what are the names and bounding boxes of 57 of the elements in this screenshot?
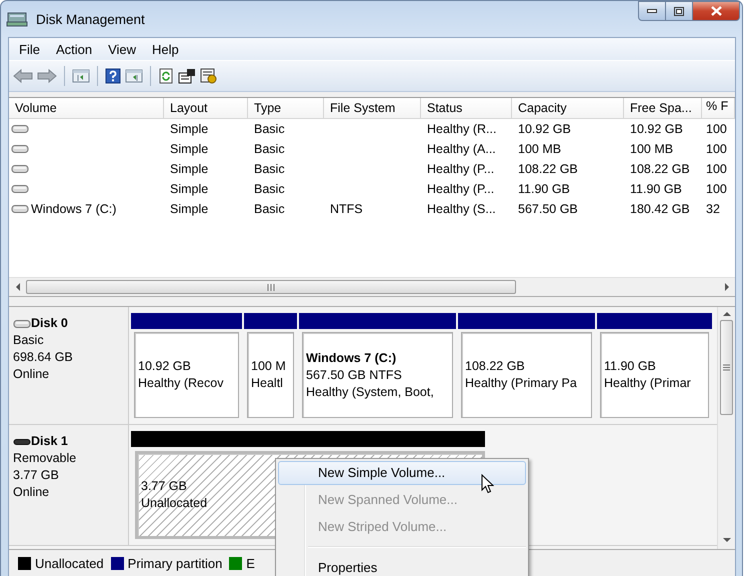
table-cell: 100 — [706, 182, 727, 196]
table-cell: 10.92 GB — [518, 122, 571, 136]
disk-status: Online — [13, 366, 50, 383]
table-cell: Healthy (S... — [427, 202, 496, 216]
disk-size: 3.77 GB — [13, 467, 60, 484]
partition-label: Windows 7 (C:) — [306, 350, 396, 366]
table-cell: 11.90 GB — [630, 182, 682, 196]
legend-label: Primary partition — [128, 556, 222, 570]
table-cell: Basic — [254, 122, 285, 136]
disk-type: Removable — [13, 450, 78, 467]
table-cell: 100 MB — [518, 142, 562, 156]
table-cell: 567.50 GB — [518, 202, 578, 216]
table-cell: 180.42 GB — [630, 202, 690, 216]
partition-size: 11.90 GB — [604, 358, 656, 375]
partition-status: Healthy (Primary Pa — [465, 375, 577, 392]
disk-name: Disk 0 — [31, 315, 68, 332]
table-cell: 32 — [706, 202, 720, 216]
table-cell: Simple — [170, 122, 208, 136]
table-cell: Basic — [254, 162, 285, 176]
table-cell: Healthy (A... — [427, 142, 496, 156]
partition-size: 100 M — [251, 358, 286, 375]
table-cell: 108.22 GB — [630, 162, 690, 176]
disk-status: Online — [13, 484, 50, 501]
partition-status: Unallocated — [141, 495, 208, 512]
partition-size: 108.22 GB — [465, 358, 525, 375]
partition-status: Healtl — [251, 375, 283, 392]
partition-status: Healthy (Primar — [604, 375, 691, 392]
table-cell: 100 MB — [630, 142, 674, 156]
table-cell: Simple — [170, 142, 208, 156]
table-cell: Healthy (R... — [427, 122, 496, 136]
table-cell: 108.22 GB — [518, 162, 578, 176]
table-cell: Simple — [170, 162, 208, 176]
partition-status: Healthy (Recov — [138, 375, 224, 392]
table-cell: 100 — [706, 142, 727, 156]
legend-label: E — [246, 556, 255, 570]
table-cell: Basic — [254, 182, 285, 196]
disk-name: Disk 1 — [31, 433, 68, 450]
disk-size: 698.64 GB — [13, 349, 74, 366]
table-cell: Simple — [170, 182, 208, 196]
table-cell: Healthy (P... — [427, 162, 494, 176]
partition-status: Healthy (System, Boot, — [306, 384, 434, 400]
table-cell: Basic — [254, 202, 285, 216]
table-cell: 100 — [706, 162, 727, 176]
table-cell: 100 — [706, 122, 727, 136]
table-cell: 11.90 GB — [518, 182, 570, 196]
disk-type: Basic — [13, 332, 45, 349]
legend-label: Unallocated — [35, 556, 104, 570]
table-cell: 10.92 GB — [630, 122, 683, 136]
partition-size: 567.50 GB NTFS — [306, 366, 402, 384]
partition-size: 3.77 GB — [141, 478, 187, 495]
window-title: Disk Management — [36, 12, 145, 26]
table-cell: Healthy (P... — [427, 182, 494, 196]
table-cell: Simple — [170, 202, 208, 216]
table-cell: Windows 7 (C:) — [31, 202, 116, 216]
table-cell: Basic — [254, 142, 285, 156]
table-cell: NTFS — [330, 202, 363, 216]
partition-size: 10.92 GB — [138, 358, 191, 375]
